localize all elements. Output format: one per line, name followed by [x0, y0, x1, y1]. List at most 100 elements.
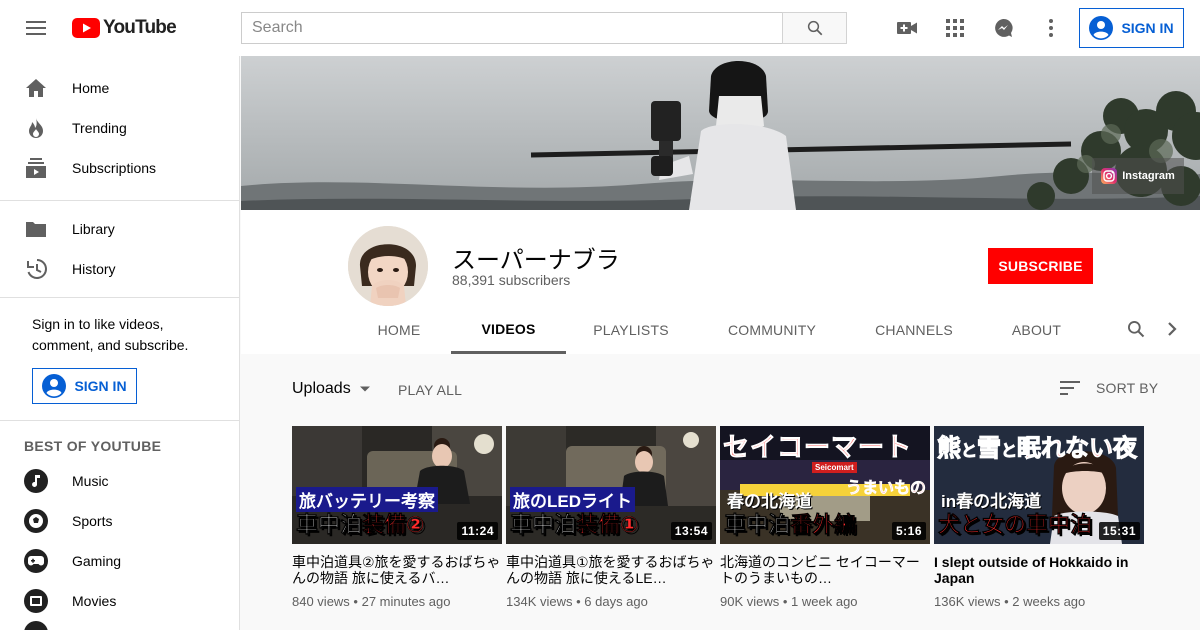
sidebar-item-label: Sports [72, 513, 113, 529]
section-title-best-of-youtube: BEST OF YOUTUBE [24, 438, 162, 454]
channel-banner [241, 56, 1200, 210]
video-age: 6 days ago [584, 594, 648, 609]
thumbnail-title-part: 車中泊 [296, 512, 363, 538]
instagram-label: Instagram [1122, 170, 1175, 182]
tab-channels[interactable]: CHANNELS [864, 306, 964, 354]
history-icon [24, 257, 48, 281]
signin-button-sidebar[interactable]: SIGN IN [32, 368, 137, 404]
video-title[interactable]: 車中泊道具①旅を愛するおばちゃんの物語 旅に使えるLE… [506, 554, 716, 586]
video-meta: 840 views • 27 minutes ago [292, 594, 451, 609]
sidebar-item-label: Library [72, 221, 115, 237]
top-bar: YouTube SIGN IN [0, 0, 1200, 56]
tab-community[interactable]: COMMUNITY [716, 306, 828, 354]
video-duration: 5:16 [891, 522, 926, 540]
video-card[interactable]: セイコーマート Seicomart うまいもの 春の北海道 車中泊番外編 5:1… [720, 426, 930, 609]
sidebar: Home Trending Subscriptions Library Hist… [0, 56, 240, 630]
video-age: 27 minutes ago [361, 594, 451, 609]
music-icon [24, 469, 48, 493]
store-sign: Seicomart [812, 462, 857, 473]
play-all-button[interactable]: PLAY ALL [398, 382, 462, 398]
video-duration: 11:24 [457, 522, 498, 540]
video-title[interactable]: I slept outside of Hokkaido in Japan [934, 554, 1144, 586]
more-options-icon[interactable] [1039, 16, 1063, 40]
sidebar-item-label: Trending [72, 120, 127, 136]
sidebar-item-trending[interactable]: Trending [0, 108, 240, 148]
tab-home[interactable]: HOME [364, 306, 434, 354]
signin-label: SIGN IN [1121, 20, 1174, 36]
video-card[interactable]: 旅バッテリー考察 車中泊装備② 11:24 車中泊道具②旅を愛するおばちゃんの物… [292, 426, 502, 609]
channel-search-icon[interactable] [1124, 317, 1148, 341]
video-thumbnail[interactable]: 旅バッテリー考察 車中泊装備② 11:24 [292, 426, 502, 544]
subscribe-button[interactable]: SUBSCRIBE [988, 248, 1093, 284]
sidebar-item-label: Home [72, 80, 110, 96]
headline-part: 眠れない夜 [1017, 435, 1138, 463]
partial-icon [24, 621, 48, 630]
sidebar-item-label: Gaming [72, 553, 122, 569]
sidebar-item-label: History [72, 261, 116, 277]
sidebar-item-music[interactable]: Music [0, 461, 240, 501]
video-thumbnail[interactable]: 熊と雪と眠れない夜 in春の北海道 犬と女の車中泊 15:31 [934, 426, 1144, 544]
video-thumbnail[interactable]: セイコーマート Seicomart うまいもの 春の北海道 車中泊番外編 5:1… [720, 426, 930, 544]
chevron-right-icon[interactable] [1160, 317, 1184, 341]
search-input[interactable] [241, 12, 783, 44]
instagram-link[interactable]: Instagram [1092, 158, 1184, 194]
apps-grid-icon[interactable] [943, 16, 967, 40]
video-meta: 136K views • 2 weeks ago [934, 594, 1086, 609]
video-duration: 13:54 [670, 522, 712, 540]
headline-part: 熊 [937, 435, 962, 463]
folder-icon [24, 217, 48, 241]
headline-part: と [960, 443, 978, 461]
sidebar-item-library[interactable]: Library [0, 209, 240, 249]
signin-label: SIGN IN [74, 378, 127, 394]
search-button[interactable] [782, 12, 847, 44]
signin-button-header[interactable]: SIGN IN [1079, 8, 1184, 48]
tab-videos[interactable]: VIDEOS [451, 306, 566, 354]
sidebar-item-home[interactable]: Home [0, 68, 240, 108]
sidebar-item-label: Movies [72, 593, 117, 609]
sports-icon [24, 509, 48, 533]
uploads-label: Uploads [292, 380, 351, 397]
thumbnail-title-accent: 番外編 [790, 512, 857, 538]
sidebar-item-sports[interactable]: Sports [0, 501, 240, 541]
video-title[interactable]: 北海道のコンビニ セイコーマートのうまいもの… [720, 554, 930, 586]
video-thumbnail[interactable]: 旅のLEDライト 車中泊装備① 13:54 [506, 426, 716, 544]
account-icon [1089, 16, 1114, 40]
thumbnail-title-accent: 犬と女の [938, 512, 1027, 538]
messages-icon[interactable] [991, 16, 1015, 40]
thumbnail-headline: セイコーマート [722, 432, 913, 463]
sidebar-item-label: Music [72, 473, 109, 489]
sidebar-item-gaming[interactable]: Gaming [0, 541, 240, 581]
youtube-logo[interactable]: YouTube [72, 17, 177, 39]
video-meta: 90K views • 1 week ago [720, 594, 858, 609]
thumbnail-title: 犬と女の車中泊 [938, 507, 1093, 539]
tab-about[interactable]: ABOUT [1000, 306, 1073, 354]
tab-playlists[interactable]: PLAYLISTS [582, 306, 680, 354]
create-video-icon[interactable] [895, 16, 919, 40]
video-card[interactable]: 旅のLEDライト 車中泊装備① 13:54 車中泊道具①旅を愛するおばちゃんの物… [506, 426, 716, 609]
thumbnail-title: 車中泊番外編 [724, 507, 857, 539]
sort-by-button[interactable]: SORT BY [1060, 380, 1158, 396]
channel-avatar[interactable] [348, 226, 428, 306]
channel-name: スーパーナブラ [452, 247, 620, 274]
video-title[interactable]: 車中泊道具②旅を愛するおばちゃんの物語 旅に使えるバ… [292, 554, 502, 586]
sidebar-item-history[interactable]: History [0, 249, 240, 289]
signin-prompt: Sign in to like videos, comment, and sub… [32, 316, 189, 353]
sidebar-item-label: Subscriptions [72, 160, 157, 176]
account-icon [42, 374, 67, 398]
menu-icon[interactable] [24, 18, 48, 38]
video-views: 90K views [720, 594, 780, 609]
instagram-icon [1101, 168, 1118, 184]
thumbnail-title-accent: 装備① [576, 512, 639, 538]
thumbnail-title-part: 車中泊 [510, 512, 577, 538]
uploads-dropdown[interactable]: Uploads [292, 380, 371, 398]
flame-icon [24, 116, 48, 140]
home-icon [24, 76, 48, 100]
video-meta: 134K views • 6 days ago [506, 594, 648, 609]
sidebar-item-subscriptions[interactable]: Subscriptions [0, 148, 240, 188]
video-card[interactable]: 熊と雪と眠れない夜 in春の北海道 犬と女の車中泊 15:31 I slept … [934, 426, 1144, 609]
thumbnail-title-accent: 車中泊 [1026, 512, 1093, 538]
headline-part: と [1001, 443, 1018, 461]
thumbnail-title: 車中泊装備① [510, 507, 639, 539]
movies-icon [24, 589, 48, 613]
sidebar-item-movies[interactable]: Movies [0, 581, 240, 621]
